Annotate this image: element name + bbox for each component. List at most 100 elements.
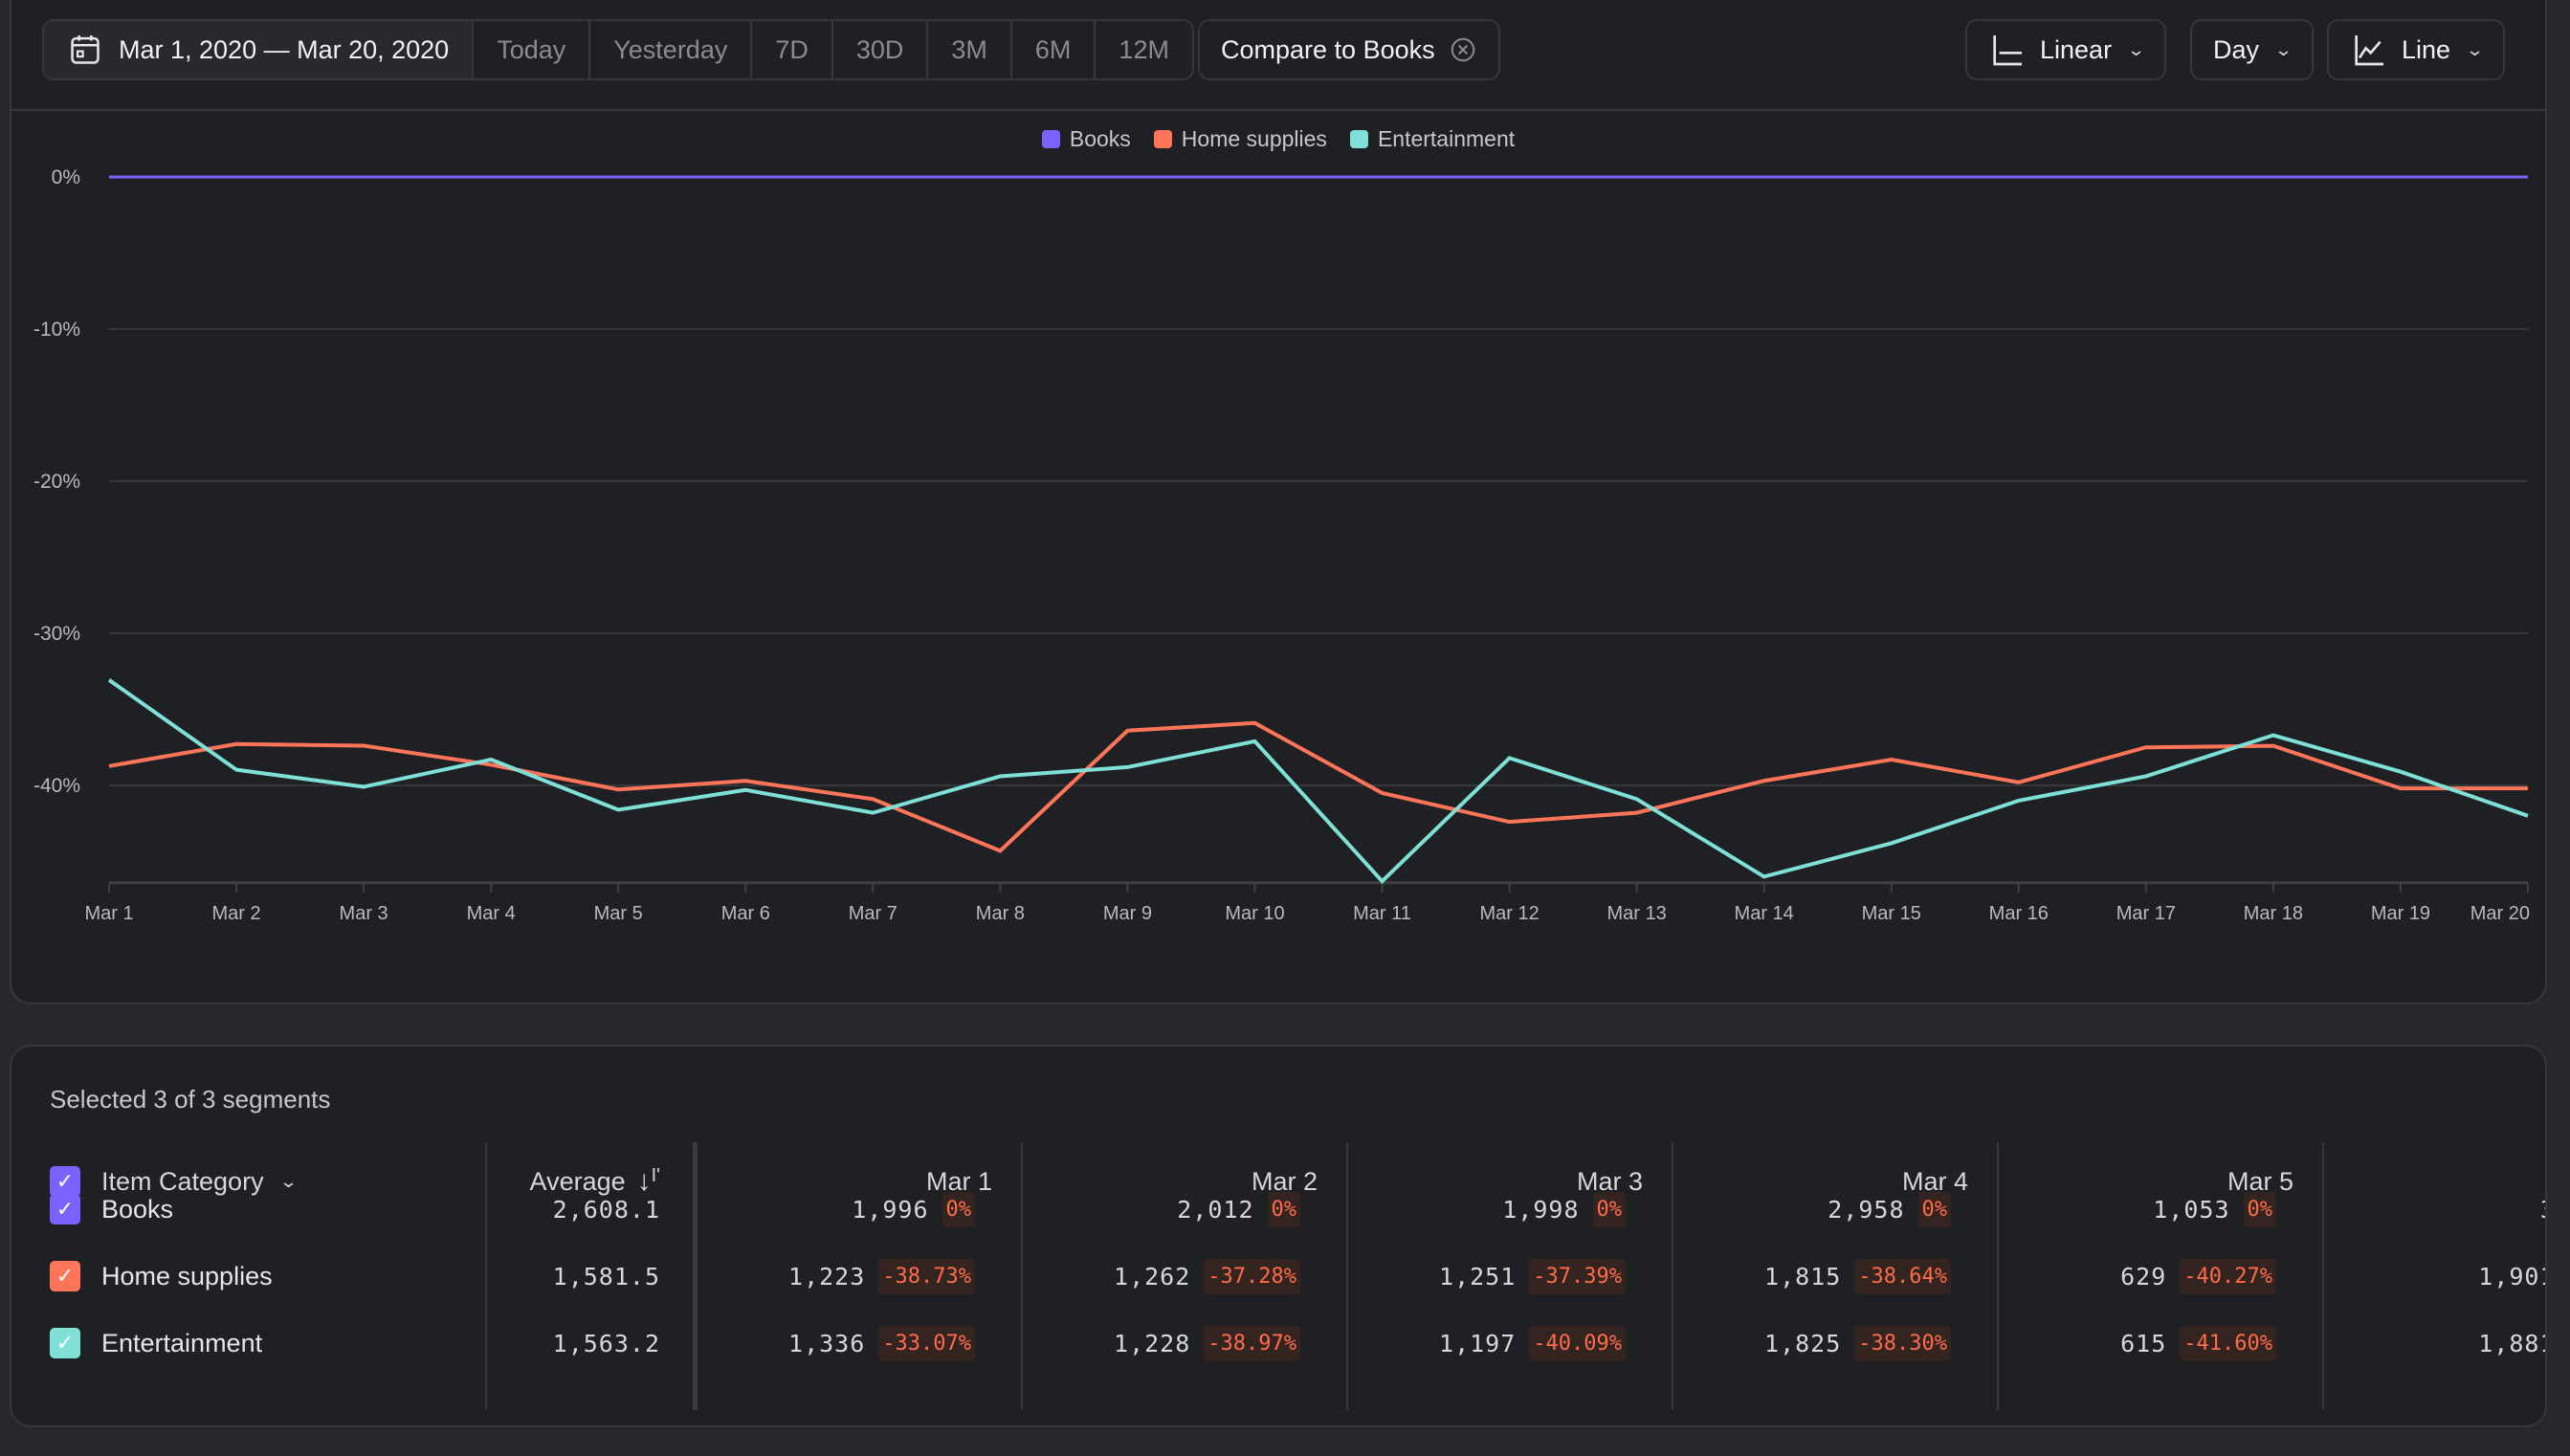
percent-change-badge: -40.27% <box>2180 1258 2276 1294</box>
x-tick-label: Mar 2 <box>211 903 260 924</box>
chevron-down-icon[interactable]: ⌄ <box>278 1172 298 1192</box>
value-cell: 1,262 -37.28% <box>1114 1252 1300 1300</box>
average-value-cell: 1,581.5 <box>553 1252 660 1300</box>
cell-value: 1,336 <box>788 1329 866 1357</box>
value-cell: 1,996 0% <box>852 1185 975 1233</box>
average-value-cell: 2,608.1 <box>553 1185 660 1233</box>
percent-change-badge: -37.39% <box>1529 1258 1626 1294</box>
segment-name: Entertainment <box>101 1328 263 1357</box>
x-tick-label: Mar 15 <box>1862 903 1921 924</box>
date-column: Mar 1 1,996 0% 1,223 -38.73% 1,336 -33.07% <box>698 1142 1023 1410</box>
value-cell: 2,958 0% <box>1828 1185 1951 1233</box>
percent-change-badge: -38.73% <box>878 1258 975 1294</box>
percent-change-badge: 0% <box>2243 1191 2276 1227</box>
cell-value: 1,228 <box>1114 1329 1191 1357</box>
average-value-cell: 1,563.2 <box>553 1319 660 1367</box>
percent-change-badge: -40.09% <box>1529 1325 1626 1361</box>
segments-table-panel: Selected 3 of 3 segments ✓ Item Category ⌄… <box>10 1045 2547 1427</box>
y-tick-label: 0% <box>52 166 80 188</box>
value-cell: 1,228 -38.97% <box>1114 1319 1300 1367</box>
segment-row-label: ✓ Home supplies <box>50 1252 273 1300</box>
x-tick-label: Mar 4 <box>467 903 516 924</box>
cell-value: 1,901 <box>2478 1262 2545 1291</box>
cell-value: 2,012 <box>1177 1195 1254 1224</box>
x-tick-label: Mar 11 <box>1353 903 1411 924</box>
x-tick-label: Mar 3 <box>340 903 388 924</box>
date-column: Mar 3 1,998 0% 1,251 -37.39% 1,197 -40.09% <box>1348 1142 1673 1410</box>
x-tick-label: Mar 7 <box>849 903 897 924</box>
value-cell: 1,053 0% <box>2153 1185 2276 1233</box>
x-tick-label: Mar 14 <box>1735 903 1794 924</box>
average-value: 1,563.2 <box>552 1329 660 1357</box>
x-tick-label: Mar 9 <box>1103 903 1152 924</box>
cell-value: 1,053 <box>2153 1195 2230 1224</box>
value-cell: 629 -40.27% <box>2120 1252 2276 1300</box>
segment-checkbox[interactable]: ✓ <box>50 1261 80 1291</box>
percent-change-badge: 0% <box>1592 1191 1626 1227</box>
average-value: 1,581.5 <box>552 1262 660 1291</box>
x-tick-label: Mar 13 <box>1607 903 1667 924</box>
value-cell: 1,197 -40.09% <box>1439 1319 1626 1367</box>
line-chart: 0% -10% -20% -30% -40% Mar 1 Mar 2 Mar 3 Mar 4 Ma… <box>33 166 2530 924</box>
average-value: 2,608.1 <box>552 1195 660 1224</box>
x-tick-label: Mar 17 <box>2116 903 2176 924</box>
x-tick-label: Mar 8 <box>976 903 1025 924</box>
value-cell: 1,251 -37.39% <box>1439 1252 1626 1300</box>
cell-value: 1,197 <box>1439 1329 1517 1357</box>
selection-summary: Selected 3 of 3 segments <box>50 1085 331 1114</box>
value-cell: 1,825 -38.30% <box>1764 1319 1951 1367</box>
column-divider <box>485 1142 487 1410</box>
cell-value: 1,998 <box>1502 1195 1580 1224</box>
cell-value: 1,223 <box>788 1262 866 1291</box>
cell-value: 1,815 <box>1764 1262 1842 1291</box>
series-line-entertainment <box>107 678 2529 885</box>
cell-value: 1,996 <box>852 1195 929 1224</box>
value-cell: 1,223 -38.73% <box>788 1252 975 1300</box>
segment-name: Home supplies <box>101 1261 273 1291</box>
series-line-home-supplies <box>108 720 2528 853</box>
x-tick-label: Mar 12 <box>1479 903 1539 924</box>
date-column: Mar 4 2,958 0% 1,815 -38.64% 1,825 -38.30% <box>1673 1142 1999 1410</box>
date-column: Mar 2 2,012 0% 1,262 -37.28% 1,228 -38.97% <box>1023 1142 1348 1410</box>
x-tick-label: Mar 20 <box>2470 903 2530 924</box>
x-tick-label: Mar 10 <box>1225 903 1284 924</box>
percent-change-badge: -38.97% <box>1204 1325 1300 1361</box>
cell-value: 1,251 <box>1439 1262 1517 1291</box>
segments-table: ✓ Item Category ⌄ ✓ Books ✓ Home supplies ✓ Ente… <box>11 1142 2545 1420</box>
segment-name: Books <box>101 1194 174 1224</box>
cell-value: 629 <box>2120 1262 2167 1291</box>
segment-row-label: ✓ Books <box>50 1185 173 1233</box>
percent-change-badge: -37.28% <box>1204 1258 1300 1294</box>
percent-change-badge: 0% <box>942 1191 975 1227</box>
percent-change-badge: 0% <box>1267 1191 1300 1227</box>
value-cell: 1,815 -38.64% <box>1764 1252 1951 1300</box>
average-column: Average ↓I' 2,608.1 1,581.5 1,563.2 <box>490 1142 681 1410</box>
cell-value: 1,262 <box>1114 1262 1191 1291</box>
x-tick-label: Mar 1 <box>84 903 133 924</box>
y-tick-label: -40% <box>33 775 80 797</box>
segment-checkbox[interactable]: ✓ <box>50 1328 80 1358</box>
dimension-column: ✓ Item Category ⌄ ✓ Books ✓ Home supplies ✓ Ente… <box>50 1142 471 1410</box>
x-tick-label: Mar 16 <box>1989 903 2049 924</box>
segment-row-label: ✓ Entertainment <box>50 1319 262 1367</box>
x-tick-label: Mar 6 <box>721 903 770 924</box>
value-cell: 1,881-4 <box>2478 1319 2545 1367</box>
x-tick-label: Mar 5 <box>594 903 643 924</box>
date-column: Mar 5 1,053 0% 629 -40.27% 615 -41.60% <box>1999 1142 2324 1410</box>
value-cell: 615 -41.60% <box>2120 1319 2276 1367</box>
cell-value: 615 <box>2120 1329 2167 1357</box>
percent-change-badge: -41.60% <box>2180 1325 2276 1361</box>
cell-value: 1,881 <box>2478 1329 2545 1357</box>
value-cell: 1,336 -33.07% <box>788 1319 975 1367</box>
y-tick-label: -20% <box>33 471 80 493</box>
value-cell: 1,901-3 <box>2478 1252 2545 1300</box>
percent-change-badge: -33.07% <box>878 1325 975 1361</box>
chart-panel: Mar 1, 2020 — Mar 20, 2020 Today Yesterd… <box>10 0 2547 1004</box>
percent-change-badge: -38.30% <box>1854 1325 1951 1361</box>
percent-change-badge: 0% <box>1917 1191 1951 1227</box>
x-tick-label: Mar 19 <box>2371 903 2430 924</box>
date-column: 3,151,901-31,881-4 <box>2324 1142 2545 1410</box>
segment-checkbox[interactable]: ✓ <box>50 1194 80 1224</box>
x-tick-label: Mar 18 <box>2244 903 2303 924</box>
cell-value: 1,825 <box>1764 1329 1842 1357</box>
